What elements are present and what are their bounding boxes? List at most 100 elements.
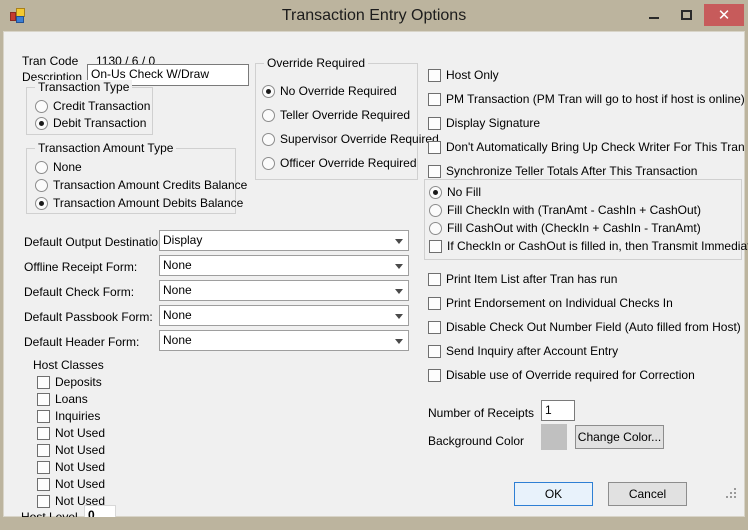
offline-receipt-form-label: Offline Receipt Form:	[24, 260, 138, 274]
radio-label: Supervisor Override Required	[280, 132, 439, 146]
radio-no-fill[interactable]: No Fill	[429, 184, 481, 200]
radio-indicator	[262, 156, 275, 170]
checkbox-host-class-loans[interactable]: Loans	[37, 391, 88, 407]
change-color-button[interactable]: Change Color...	[575, 425, 664, 449]
radio-indicator	[429, 221, 442, 235]
number-of-receipts-input[interactable]: 1	[541, 400, 575, 421]
default-check-form-select[interactable]: None	[159, 280, 409, 301]
checkbox-indicator	[428, 320, 441, 334]
radio-officer-override[interactable]: Officer Override Required	[262, 155, 417, 171]
checkbox-label: Disable use of Override required for Cor…	[446, 368, 695, 382]
checkbox-host-class-6[interactable]: Not Used	[37, 459, 105, 475]
radio-amount-none[interactable]: None	[35, 159, 82, 175]
checkbox-label: Loans	[55, 392, 88, 406]
window-bottom-border	[0, 517, 748, 530]
checkbox-disable-override-correction[interactable]: Disable use of Override required for Cor…	[428, 367, 695, 383]
default-check-form-label: Default Check Form:	[24, 285, 135, 299]
default-output-destination-select[interactable]: Display	[159, 230, 409, 251]
radio-label: Fill CheckIn with (TranAmt - CashIn + Ca…	[447, 203, 701, 217]
checkbox-send-inquiry[interactable]: Send Inquiry after Account Entry	[428, 343, 618, 359]
checkbox-pm-transaction[interactable]: PM Transaction (PM Tran will go to host …	[428, 91, 745, 107]
checkbox-indicator	[428, 92, 441, 106]
transaction-type-title: Transaction Type	[35, 80, 133, 94]
checkbox-disable-check-out-number[interactable]: Disable Check Out Number Field (Auto fil…	[428, 319, 741, 335]
radio-indicator	[35, 196, 48, 210]
radio-indicator	[262, 132, 275, 146]
chevron-down-icon	[395, 238, 403, 244]
checkbox-label: Print Endorsement on Individual Checks I…	[446, 296, 673, 310]
ok-button[interactable]: OK	[514, 482, 593, 506]
override-required-title: Override Required	[264, 56, 369, 70]
radio-indicator	[429, 185, 442, 199]
checkbox-indicator	[428, 116, 441, 130]
offline-receipt-form-select[interactable]: None	[159, 255, 409, 276]
checkbox-label: Not Used	[55, 477, 106, 491]
window-title: Transaction Entry Options	[281, 7, 467, 24]
checkbox-indicator	[37, 375, 50, 389]
number-of-receipts-label: Number of Receipts	[428, 406, 535, 420]
tran-code-label: Tran Code	[22, 54, 79, 68]
radio-label: Debit Transaction	[53, 116, 147, 130]
checkbox-indicator	[428, 368, 441, 382]
checkbox-host-class-5[interactable]: Not Used	[37, 442, 105, 458]
radio-indicator	[35, 178, 48, 192]
checkbox-host-only[interactable]: Host Only	[428, 67, 499, 83]
checkbox-label: PM Transaction (PM Tran will go to host …	[446, 92, 745, 106]
close-icon[interactable]: ✕	[704, 4, 744, 26]
checkbox-host-class-4[interactable]: Not Used	[37, 425, 105, 441]
checkbox-print-endorsement[interactable]: Print Endorsement on Individual Checks I…	[428, 295, 673, 311]
radio-fill-checkin[interactable]: Fill CheckIn with (TranAmt - CashIn + Ca…	[429, 202, 701, 218]
checkbox-label: Synchronize Teller Totals After This Tra…	[446, 164, 698, 178]
default-passbook-form-label: Default Passbook Form:	[24, 310, 153, 324]
checkbox-indicator	[37, 392, 50, 406]
cancel-button[interactable]: Cancel	[608, 482, 687, 506]
radio-fill-cashout[interactable]: Fill CashOut with (CheckIn + CashIn - Tr…	[429, 220, 701, 236]
default-header-form-select[interactable]: None	[159, 330, 409, 351]
radio-supervisor-override[interactable]: Supervisor Override Required	[262, 131, 439, 147]
radio-no-override[interactable]: No Override Required	[262, 83, 397, 99]
title-bar[interactable]: Transaction Entry Options ✕	[0, 0, 748, 31]
checkbox-host-class-inquiries[interactable]: Inquiries	[37, 408, 100, 424]
radio-teller-override[interactable]: Teller Override Required	[262, 107, 410, 123]
radio-indicator	[262, 108, 275, 122]
host-classes-title: Host Classes	[33, 358, 104, 372]
checkbox-host-class-7[interactable]: Not Used	[37, 476, 105, 492]
background-color-swatch	[541, 424, 567, 450]
checkbox-host-class-deposits[interactable]: Deposits	[37, 374, 102, 390]
radio-credit-transaction[interactable]: Credit Transaction	[35, 98, 150, 114]
checkbox-display-signature[interactable]: Display Signature	[428, 115, 540, 131]
radio-amount-credits-balance[interactable]: Transaction Amount Credits Balance	[35, 177, 247, 193]
radio-indicator	[262, 84, 275, 98]
radio-debit-transaction[interactable]: Debit Transaction	[35, 115, 146, 131]
default-passbook-form-select[interactable]: None	[159, 305, 409, 326]
checkbox-label: Deposits	[55, 375, 102, 389]
radio-label: Credit Transaction	[53, 99, 151, 113]
checkbox-label: Not Used	[55, 460, 106, 474]
checkbox-dont-auto-check-writer[interactable]: Don't Automatically Bring Up Check Write…	[428, 139, 745, 155]
checkbox-print-item-list[interactable]: Print Item List after Tran has run	[428, 271, 617, 287]
combo-value: None	[163, 333, 192, 347]
minimize-icon[interactable]	[640, 4, 668, 26]
checkbox-transmit-immediately[interactable]: If CheckIn or CashOut is filled in, then…	[429, 238, 748, 254]
radio-label: No Fill	[447, 185, 482, 199]
radio-indicator	[429, 203, 442, 217]
checkbox-indicator	[37, 443, 50, 457]
checkbox-label: Inquiries	[55, 409, 101, 423]
radio-indicator	[35, 160, 48, 174]
chevron-down-icon	[395, 263, 403, 269]
radio-amount-debits-balance[interactable]: Transaction Amount Debits Balance	[35, 195, 243, 211]
checkbox-indicator	[37, 460, 50, 474]
dialog-window: Transaction Entry Options ✕ Tran Code 11…	[0, 0, 748, 530]
checkbox-indicator	[37, 494, 50, 508]
checkbox-indicator	[429, 239, 442, 253]
checkbox-label: Print Item List after Tran has run	[446, 272, 618, 286]
resize-grip[interactable]	[726, 488, 737, 499]
checkbox-indicator	[428, 140, 441, 154]
dialog-client-area: Tran Code 1130 / 6 / 0 Description On-Us…	[3, 31, 748, 524]
radio-label: Officer Override Required	[280, 156, 417, 170]
checkbox-sync-teller-totals[interactable]: Synchronize Teller Totals After This Tra…	[428, 163, 697, 179]
checkbox-label: Don't Automatically Bring Up Check Write…	[446, 140, 745, 154]
chevron-down-icon	[395, 338, 403, 344]
maximize-icon[interactable]	[672, 4, 700, 26]
radio-indicator	[35, 116, 48, 130]
